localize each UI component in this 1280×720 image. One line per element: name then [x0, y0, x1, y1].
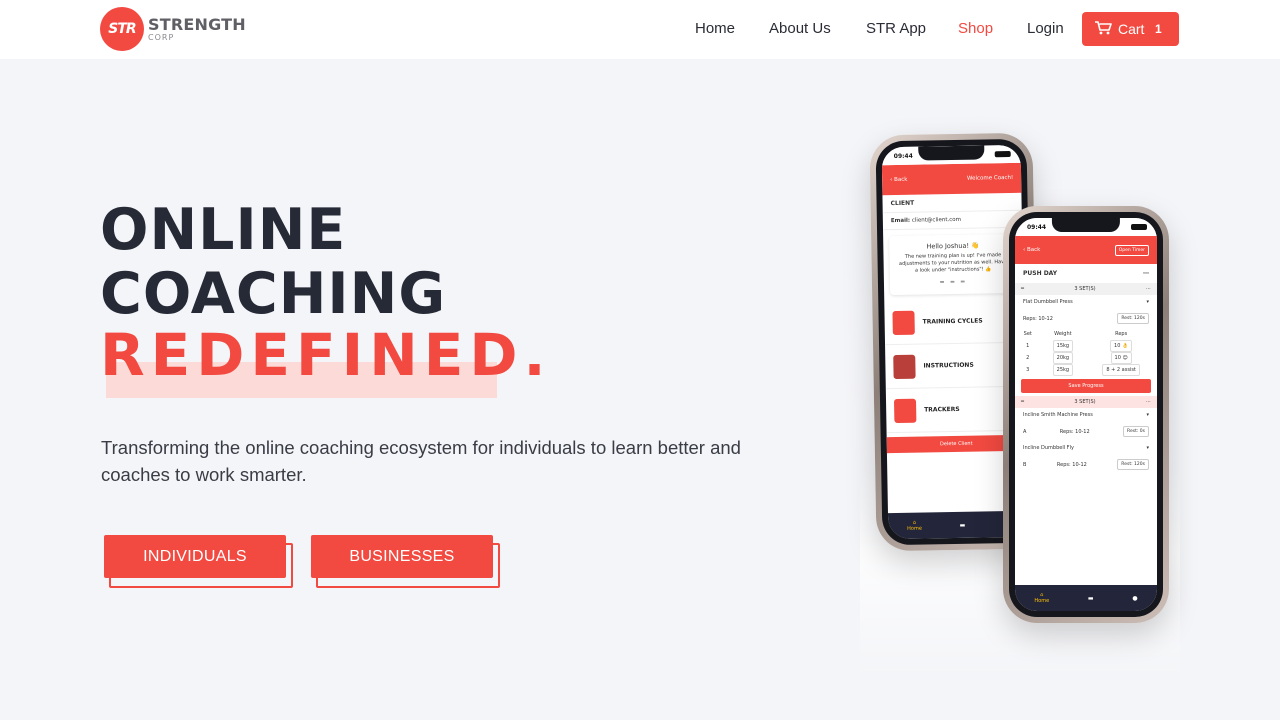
expand-icon[interactable]: ⋯: [1146, 286, 1151, 292]
nav-shop[interactable]: Shop: [958, 20, 993, 37]
set-header[interactable]: ═ 3 SET(S) ⋯: [1015, 283, 1157, 295]
reps-input[interactable]: 10 😊: [1110, 352, 1132, 364]
headline-line-1: ONLINE: [100, 197, 347, 263]
app-header: ‹ Back Open Timer: [1015, 236, 1157, 264]
workout-day-title: PUSH DAY: [1023, 270, 1058, 277]
logo-subtitle: CORP: [148, 32, 175, 42]
logo-badge: STR: [100, 7, 144, 51]
logo-text: STRENGTH CORP: [148, 14, 246, 42]
exercise-meta: B Reps: 10-12 Rest: 120s: [1015, 455, 1157, 474]
status-time: 09:44: [893, 152, 913, 161]
phone-notch: [917, 145, 985, 161]
save-progress-button[interactable]: Save Progress: [1021, 379, 1151, 393]
businesses-button[interactable]: BUSINESSES: [311, 535, 500, 588]
businesses-button-label: BUSINESSES: [311, 535, 493, 578]
cart-icon: [1095, 21, 1112, 35]
individuals-button[interactable]: INDIVIDUALS: [104, 535, 293, 588]
top-navbar: STR STRENGTH CORP Home About Us STR App …: [0, 0, 1280, 59]
back-button[interactable]: ‹ Back: [1023, 247, 1040, 253]
client-email: Email: client@client.com: [882, 210, 1023, 231]
carousel-dots[interactable]: ▬ ▬ ▬: [898, 278, 1009, 287]
header-greeting: Welcome Coach!: [966, 174, 1014, 182]
cart-count-badge: 1: [1155, 22, 1162, 36]
cart-label: Cart: [1118, 21, 1145, 37]
tab-home[interactable]: ⌂ Home: [1034, 592, 1049, 604]
logo-name: STRENGTH: [148, 14, 246, 34]
exercise-meta: A Reps: 10-12 Rest: 0s: [1015, 422, 1157, 441]
message-body: The new training plan is up! I've made a…: [898, 252, 1008, 274]
exercise-row[interactable]: Incline Smith Machine Press ▾: [1015, 408, 1157, 422]
superset-letter: A: [1023, 428, 1027, 435]
weight-input[interactable]: 15kg: [1052, 340, 1074, 352]
message-card: Hello Joshua! 👋 The new training plan is…: [889, 234, 1017, 295]
table-header: Set Weight Reps: [1023, 331, 1128, 337]
phone-notch: [1051, 218, 1121, 232]
phone-screen: 09:44 ‹ Back Open Timer PUSH DAY ⋯ ═ 3 S…: [1015, 218, 1157, 611]
table-row: 2 20kg 10 😊: [1015, 352, 1157, 364]
battery-icon: [994, 150, 1011, 158]
nav-about-us[interactable]: About Us: [769, 20, 831, 37]
open-timer-button[interactable]: Open Timer: [1114, 244, 1149, 256]
brand-logo[interactable]: STR STRENGTH CORP: [100, 7, 246, 51]
table-row: 1 15kg 10 👌: [1015, 340, 1157, 352]
rest-timer-pill[interactable]: Rest: 120s: [1117, 313, 1149, 324]
back-button[interactable]: ‹ Back: [890, 177, 907, 183]
chevron-down-icon[interactable]: ▾: [1146, 445, 1149, 451]
expand-icon[interactable]: ⋯: [1146, 399, 1151, 405]
message-greeting: Hello Joshua! 👋: [926, 241, 980, 251]
more-icon[interactable]: ⋯: [1143, 270, 1149, 277]
workout-day-row: PUSH DAY ⋯: [1015, 264, 1157, 283]
drag-handle-icon[interactable]: ═: [1021, 286, 1024, 292]
weight-input[interactable]: 25kg: [1052, 364, 1074, 376]
nav-home[interactable]: Home: [695, 20, 735, 37]
chevron-down-icon[interactable]: ▾: [1146, 412, 1149, 418]
reps-input[interactable]: 8 + 2 assist: [1102, 364, 1140, 376]
sets-table: Set Weight Reps 1 15kg 10 👌 2 20kg 10 😊 …: [1015, 328, 1157, 376]
nav-login[interactable]: Login: [1027, 20, 1064, 37]
battery-icon: [1131, 224, 1147, 230]
exercise-row[interactable]: Incline Dumbbell Fly ▾: [1015, 441, 1157, 455]
folder-icon[interactable]: ▬: [960, 521, 966, 528]
nav-str-app[interactable]: STR App: [866, 20, 926, 37]
exercise-meta: Reps: 10-12 Rest: 120s: [1015, 309, 1157, 328]
individuals-button-label: INDIVIDUALS: [104, 535, 286, 578]
app-header: ‹ Back Welcome Coach!: [881, 162, 1022, 196]
chevron-down-icon[interactable]: ▾: [1146, 299, 1149, 305]
folder-icon[interactable]: ▬: [1088, 595, 1094, 602]
drag-handle-icon[interactable]: ═: [1021, 399, 1024, 405]
headline-line-2: COACHING: [100, 261, 447, 327]
hero-headline: ONLINE COACHING: [100, 198, 446, 326]
user-icon[interactable]: ●: [1132, 595, 1137, 602]
table-row: 3 25kg 8 + 2 assist: [1015, 364, 1157, 376]
headline-accent-wrap: REDEFINED.: [100, 320, 552, 398]
exercise-row[interactable]: Flat Dumbbell Press ▾: [1015, 295, 1157, 309]
set-header[interactable]: ═ 3 SET(S) ⋯: [1015, 396, 1157, 408]
cart-button[interactable]: Cart 1: [1082, 12, 1179, 46]
trackers-icon: [893, 398, 917, 423]
hero-subtitle: Transforming the online coaching ecosyst…: [101, 437, 741, 485]
status-time: 09:44: [1027, 224, 1047, 231]
weight-input[interactable]: 20kg: [1052, 352, 1074, 364]
tab-home[interactable]: ⌂ Home: [907, 520, 922, 532]
training-icon: [892, 310, 915, 335]
instructions-icon: [893, 354, 916, 379]
rest-timer-pill[interactable]: Rest: 120s: [1117, 459, 1149, 470]
headline-accent: REDEFINED.: [100, 321, 552, 389]
reps-input[interactable]: 10 👌: [1110, 340, 1133, 352]
phone-mockup-client: 09:44 ‹ Back Open Timer PUSH DAY ⋯ ═ 3 S…: [1003, 206, 1169, 623]
tab-bar: ⌂ Home ▬ ●: [1015, 585, 1157, 611]
superset-letter: B: [1023, 461, 1027, 468]
rest-timer-pill[interactable]: Rest: 0s: [1123, 426, 1149, 437]
